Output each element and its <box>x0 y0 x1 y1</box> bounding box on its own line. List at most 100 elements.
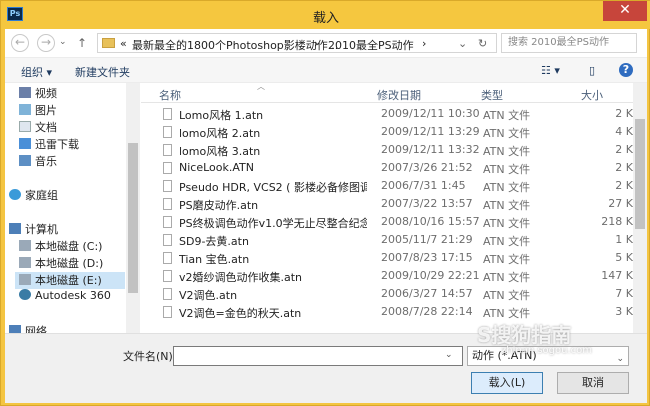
file-name: NiceLook.ATN <box>179 161 254 174</box>
cancel-button[interactable]: 取消 <box>557 372 629 394</box>
network-icon <box>9 325 21 333</box>
file-size: 2 K <box>615 179 633 192</box>
file-name: Tian 宝色.atn <box>179 253 250 266</box>
file-date: 2007/8/23 17:15 <box>381 251 473 264</box>
breadcrumb-overflow[interactable]: « <box>120 37 127 50</box>
file-name: PS终极调色动作v1.0学无止尽整合纪念... <box>179 217 367 230</box>
file-type: ATN 文件 <box>483 145 531 158</box>
file-icon <box>163 162 172 174</box>
file-date: 2006/3/27 14:57 <box>381 287 473 300</box>
sidebar-item-documents[interactable]: 文档 <box>19 119 125 136</box>
file-row[interactable]: NiceLook.ATN 2007/3/26 21:52 ATN 文件 2 K <box>141 159 633 177</box>
file-type: ATN 文件 <box>483 253 531 266</box>
file-date: 2005/11/7 21:29 <box>381 233 473 246</box>
load-dialog: Ps 载入 ✕ ← → ⌄ ↑ « 最新最全的1800个Photoshop影楼动… <box>0 0 650 406</box>
refresh-icon[interactable]: ↻ <box>478 37 487 50</box>
forward-button[interactable]: → <box>37 34 55 52</box>
organize-menu[interactable]: 组织 ▾ <box>21 64 52 80</box>
column-header-name[interactable]: 名称 <box>159 87 181 103</box>
file-row[interactable]: Pseudo HDR, VCS2 ( 影楼必备修图调... 2006/7/31 1… <box>141 177 633 195</box>
sidebar-item-network[interactable]: 网络 <box>9 323 119 333</box>
file-type: ATN 文件 <box>483 217 531 230</box>
file-name: Lomo风格 1.atn <box>179 109 264 122</box>
file-icon <box>163 252 172 264</box>
view-options-icon[interactable]: ☷ ▾ <box>541 64 560 77</box>
file-icon <box>163 108 172 120</box>
file-size: 3 K <box>615 305 633 318</box>
file-name: lomo风格 3.atn <box>179 145 261 158</box>
breadcrumb-current[interactable]: 2010最全PS动作 <box>328 37 414 53</box>
file-row[interactable]: v2婚纱调色动作收集.atn 2009/10/29 22:21 ATN 文件 147 … <box>141 267 633 285</box>
filename-label: 文件名(N): <box>123 350 177 363</box>
file-list-scroll-thumb[interactable] <box>635 119 645 229</box>
chevron-down-icon: ⌄ <box>616 354 624 364</box>
load-button[interactable]: 载入(L) <box>471 372 543 394</box>
close-button[interactable]: ✕ <box>603 1 647 21</box>
navigation-row: ← → ⌄ ↑ « 最新最全的1800个Photoshop影楼动作... › 2… <box>5 29 647 57</box>
sidebar-item-drive-e[interactable]: 本地磁盘 (E:) <box>15 272 125 289</box>
file-size: 2 K <box>615 161 633 174</box>
sidebar-item-pictures[interactable]: 图片 <box>19 102 125 119</box>
document-icon <box>19 121 31 132</box>
sidebar-scrollbar[interactable] <box>126 83 140 333</box>
sort-ascending-icon: ︿ <box>257 83 265 91</box>
file-row[interactable]: PS磨皮动作.atn 2007/3/22 13:57 ATN 文件 27 K <box>141 195 633 213</box>
sidebar-item-music[interactable]: 音乐 <box>19 153 125 170</box>
file-row[interactable]: SD9-去黄.atn 2005/11/7 21:29 ATN 文件 1 K <box>141 231 633 249</box>
sidebar-item-drive-c[interactable]: 本地磁盘 (C:) <box>19 238 125 255</box>
help-icon[interactable]: ? <box>619 63 633 77</box>
sidebar-item-thunder-downloads[interactable]: 迅雷下载 <box>19 136 125 153</box>
history-dropdown-icon[interactable]: ⌄ <box>59 37 67 47</box>
file-date: 2009/10/29 22:21 <box>381 269 480 282</box>
new-folder-button[interactable]: 新建文件夹 <box>75 64 130 80</box>
column-header-type[interactable]: 类型 <box>481 87 503 103</box>
search-input[interactable]: 搜索 2010最全PS动作 <box>501 33 637 53</box>
file-row[interactable]: lomo风格 3.atn 2009/12/11 13:32 ATN 文件 2 K <box>141 141 633 159</box>
breadcrumb-separator[interactable]: › <box>314 37 318 50</box>
file-date: 2009/12/11 10:30 <box>381 107 480 120</box>
file-row[interactable]: V2调色.atn 2006/3/27 14:57 ATN 文件 7 K <box>141 285 633 303</box>
navigation-pane: 视频 图片 文档 迅雷下载 音乐 家庭组 计算机 本地磁盘 (C:) 本地磁盘 … <box>5 83 125 333</box>
file-row[interactable]: Lomo风格 1.atn 2009/12/11 10:30 ATN 文件 2 K <box>141 105 633 123</box>
preview-pane-icon[interactable]: ▯ <box>589 64 595 77</box>
file-date: 2009/12/11 13:32 <box>381 143 480 156</box>
address-bar[interactable]: « 最新最全的1800个Photoshop影楼动作... › 2010最全PS动… <box>97 33 497 53</box>
file-name: v2婚纱调色动作收集.atn <box>179 271 303 284</box>
file-row[interactable]: lomo风格 2.atn 2009/12/11 13:29 ATN 文件 4 K <box>141 123 633 141</box>
file-name: lomo风格 2.atn <box>179 127 261 140</box>
column-header-size[interactable]: 大小 <box>581 87 603 103</box>
file-size: 7 K <box>615 287 633 300</box>
back-button[interactable]: ← <box>11 34 29 52</box>
file-icon <box>163 288 172 300</box>
file-row[interactable]: PS终极调色动作v1.0学无止尽整合纪念... 2008/10/16 15:57 A… <box>141 213 633 231</box>
breadcrumb-separator[interactable]: › <box>422 37 426 50</box>
breadcrumb-parent[interactable]: 最新最全的1800个Photoshop影楼动作... <box>132 37 338 53</box>
dialog-title: 载入 <box>312 11 339 26</box>
filename-input[interactable] <box>173 346 463 366</box>
address-dropdown-icon[interactable]: ⌄ <box>458 37 467 50</box>
file-icon <box>163 126 172 138</box>
video-icon <box>19 87 31 98</box>
file-size: 1 K <box>615 233 633 246</box>
up-button[interactable]: ↑ <box>77 36 87 50</box>
sidebar-scroll-thumb[interactable] <box>128 143 138 293</box>
file-list-scrollbar[interactable] <box>633 83 647 333</box>
file-icon <box>163 216 172 228</box>
file-name: V2调色=金色的秋天.atn <box>179 307 302 320</box>
file-row[interactable]: Tian 宝色.atn 2007/8/23 17:15 ATN 文件 5 K <box>141 249 633 267</box>
sidebar-item-videos[interactable]: 视频 <box>19 85 125 102</box>
sidebar-item-autodesk-360[interactable]: Autodesk 360 <box>19 289 125 306</box>
file-date: 2006/7/31 1:45 <box>381 179 466 192</box>
title-bar[interactable]: Ps 载入 ✕ <box>1 1 650 29</box>
file-type: ATN 文件 <box>483 109 531 122</box>
file-icon <box>163 306 172 318</box>
column-header-date[interactable]: 修改日期 <box>377 87 421 103</box>
sidebar-item-computer[interactable]: 计算机 <box>9 221 119 238</box>
watermark-url: zhinan.sogou.com <box>501 345 593 356</box>
homegroup-icon <box>9 189 21 200</box>
list-header: 名称 ︿ 修改日期 类型 大小 <box>141 83 647 103</box>
sidebar-item-homegroup[interactable]: 家庭组 <box>9 187 119 204</box>
drive-icon <box>19 257 31 268</box>
sidebar-item-drive-d[interactable]: 本地磁盘 (D:) <box>19 255 125 272</box>
picture-icon <box>19 104 31 115</box>
